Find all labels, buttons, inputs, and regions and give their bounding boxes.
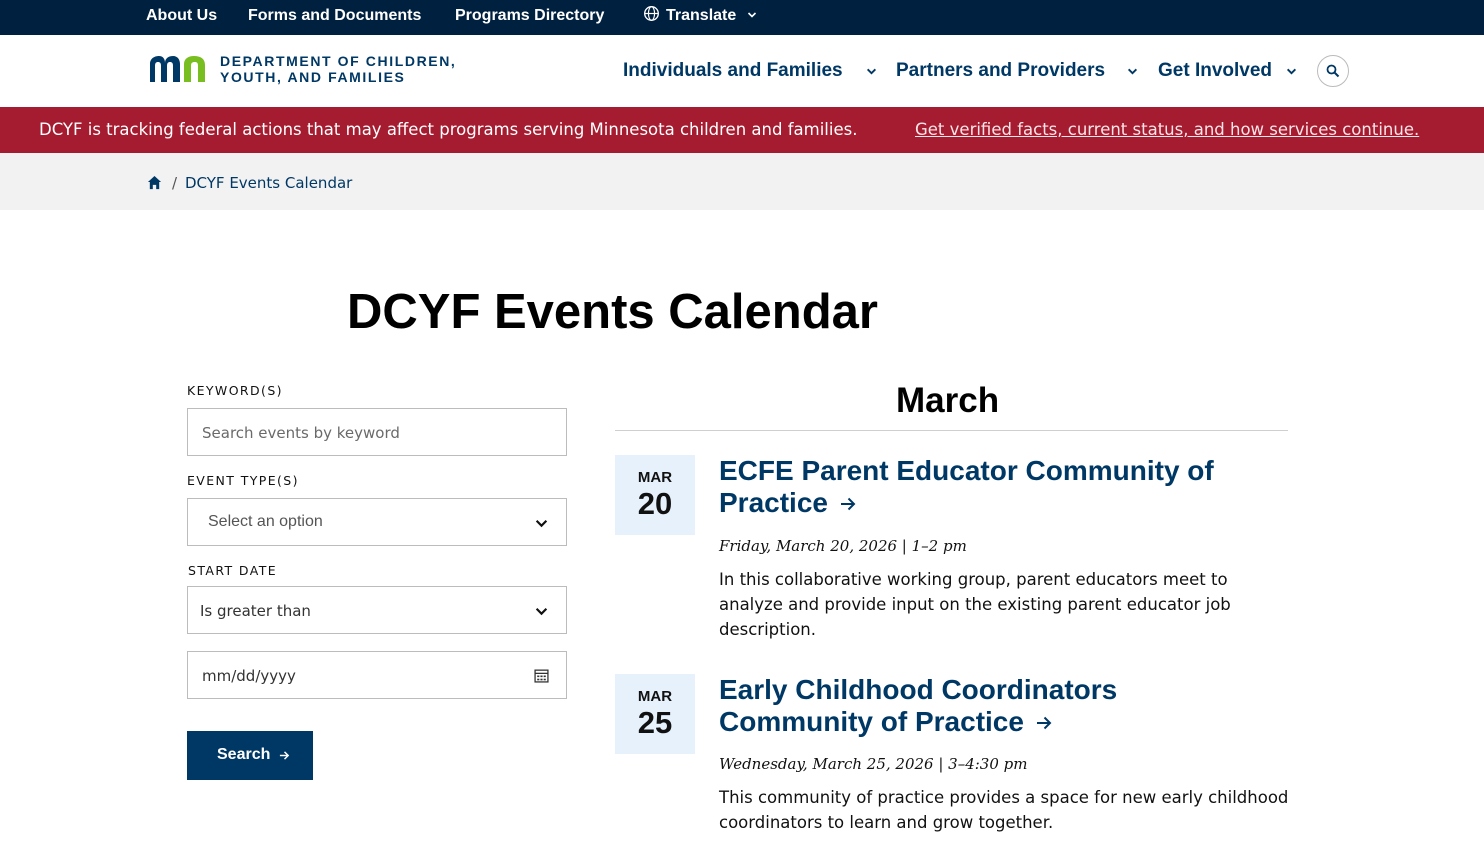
month-divider	[615, 430, 1288, 431]
translate-button[interactable]: Translate	[666, 7, 736, 25]
utility-bar: About Us Forms and Documents Programs Di…	[0, 0, 1484, 35]
event-description: This community of practice provides a sp…	[719, 788, 1289, 832]
event-type-label: EVENT TYPE(S)	[187, 473, 299, 488]
event-month: MAR	[637, 469, 673, 486]
event-datetime: Wednesday, March 25, 2026 | 3–4:30 pm	[719, 755, 1028, 773]
agency-name[interactable]: DEPARTMENT OF CHILDREN, YOUTH, AND FAMIL…	[220, 53, 456, 85]
start-date-label: START DATE	[188, 563, 278, 578]
site-search-button[interactable]	[1317, 55, 1349, 87]
site-header: DEPARTMENT OF CHILDREN, YOUTH, AND FAMIL…	[0, 35, 1484, 107]
search-button-label: Search	[217, 746, 271, 763]
date-placeholder: mm/dd/yyyy	[202, 667, 296, 685]
event-month: MAR	[637, 688, 673, 705]
arrow-right-icon	[279, 751, 290, 760]
nav-get-involved[interactable]: Get Involved	[1158, 60, 1272, 82]
event-day: 25	[637, 705, 673, 740]
arrow-right-icon	[840, 497, 856, 511]
chevron-down-icon[interactable]	[866, 66, 877, 77]
arrow-right-icon	[1036, 716, 1052, 730]
utility-link-about[interactable]: About Us	[146, 7, 217, 25]
event-type-value: Select an option	[208, 513, 323, 530]
page-title: DCYF Events Calendar	[347, 285, 878, 339]
chevron-down-icon[interactable]	[1127, 66, 1138, 77]
utility-link-forms[interactable]: Forms and Documents	[248, 7, 421, 25]
globe-icon[interactable]	[643, 5, 660, 22]
keyword-input[interactable]: Search events by keyword	[187, 408, 567, 456]
event-day: 20	[637, 486, 673, 521]
breadcrumb-current[interactable]: DCYF Events Calendar	[185, 174, 352, 192]
breadcrumb: / DCYF Events Calendar	[0, 153, 1484, 210]
search-icon	[1326, 64, 1340, 78]
keyword-placeholder: Search events by keyword	[202, 424, 400, 442]
month-heading: March	[896, 381, 1000, 420]
alert-link[interactable]: Get verified facts, current status, and …	[915, 120, 1419, 139]
event-title-link[interactable]: ECFE Parent Educator Community of Practi…	[719, 455, 1259, 519]
alert-banner: DCYF is tracking federal actions that ma…	[0, 107, 1484, 153]
event-datetime: Friday, March 20, 2026 | 1–2 pm	[719, 537, 967, 555]
event-description: In this collaborative working group, par…	[719, 570, 1231, 639]
home-icon[interactable]	[147, 175, 162, 190]
start-date-input[interactable]: mm/dd/yyyy	[187, 651, 567, 699]
mn-logo-icon[interactable]	[147, 54, 211, 84]
nav-individuals-families[interactable]: Individuals and Families	[623, 60, 843, 82]
keyword-label: KEYWORD(S)	[187, 383, 283, 398]
start-date-operator-select[interactable]: Is greater than	[187, 586, 567, 634]
event-type-select[interactable]: Select an option	[187, 498, 567, 546]
event-title: Early Childhood Coordinators Community o…	[719, 674, 1118, 737]
chevron-down-icon	[535, 520, 548, 528]
event-title-link[interactable]: Early Childhood Coordinators Community o…	[719, 674, 1259, 738]
agency-name-line2: YOUTH, AND FAMILIES	[220, 69, 406, 85]
event-date-badge: MAR 20	[615, 455, 695, 535]
breadcrumb-separator: /	[172, 174, 178, 192]
chevron-down-icon	[535, 608, 548, 616]
alert-message: DCYF is tracking federal actions that ma…	[39, 120, 858, 139]
utility-link-programs[interactable]: Programs Directory	[455, 7, 604, 25]
nav-partners-providers[interactable]: Partners and Providers	[896, 60, 1105, 82]
event-date-badge: MAR 25	[615, 674, 695, 754]
chevron-down-icon[interactable]	[747, 10, 757, 20]
start-date-operator-value: Is greater than	[200, 602, 311, 620]
chevron-down-icon[interactable]	[1286, 66, 1297, 77]
agency-name-line1: DEPARTMENT OF CHILDREN,	[220, 53, 457, 69]
calendar-icon[interactable]	[534, 668, 549, 683]
search-button[interactable]: Search	[187, 731, 313, 780]
event-title: ECFE Parent Educator Community of Practi…	[719, 455, 1214, 518]
